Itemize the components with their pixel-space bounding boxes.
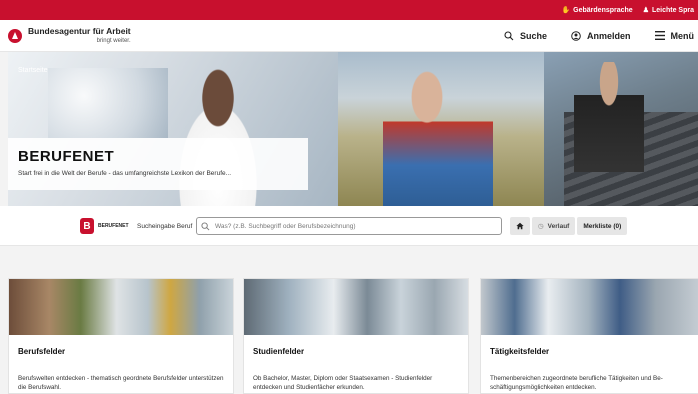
card-description: Berufswelten entdecken - thematisch geor… — [18, 375, 224, 392]
menu-button[interactable]: Menü — [654, 30, 695, 41]
easy-language-label: Leichte Spra — [651, 6, 694, 14]
card-image — [244, 279, 468, 335]
watchlist-label: Merkliste (0) — [583, 222, 622, 230]
clock-icon: ◷ — [538, 223, 544, 230]
brand-logo[interactable]: Bundesagentur für Arbeit bringt weiter. — [8, 27, 131, 44]
sign-language-label: Gebärdensprache — [573, 6, 633, 14]
history-label: Verlauf — [547, 222, 570, 230]
search-bar: B BERUFENET Sucheingabe Beruf ◷ Verlauf … — [0, 206, 698, 246]
hand-icon: ✋ — [561, 7, 571, 14]
search-icon — [504, 30, 514, 40]
user-icon — [571, 30, 581, 41]
toolbar: ◷ Verlauf Merkliste (0) — [510, 217, 628, 235]
brand-title: Bundesagentur für Arbeit — [28, 26, 131, 37]
page-subtitle: Start frei in die Welt der Berufe - das … — [18, 170, 232, 177]
card-image — [481, 279, 698, 335]
person-icon: ♟ — [642, 7, 649, 14]
site-header: Bundesagentur für Arbeit bringt weiter. … — [0, 20, 698, 52]
home-icon — [516, 222, 524, 230]
brand-tagline: bringt weiter. — [96, 37, 131, 44]
search-label: Suche — [519, 30, 547, 41]
card-title: Studienfelder — [253, 347, 305, 356]
berufenet-logo[interactable]: B BERUFENET — [80, 218, 129, 234]
card-image — [9, 279, 233, 335]
card-studienfelder[interactable]: Studienfelder Ob Bachelor, Master, Diplo… — [243, 278, 469, 394]
card-berufsfelder[interactable]: Berufsfelder Berufswelten entdecken - th… — [8, 278, 234, 394]
search-field[interactable] — [196, 217, 502, 235]
home-button[interactable] — [510, 217, 530, 235]
watchlist-button[interactable]: Merkliste (0) — [577, 217, 628, 235]
easy-language-link[interactable]: ♟ Leichte Spra — [642, 6, 694, 15]
login-button[interactable]: Anmelden — [571, 31, 631, 41]
search-icon — [201, 221, 210, 230]
search-input[interactable] — [215, 222, 495, 230]
hero-textbox: BERUFENET Start frei in die Welt der Ber… — [8, 138, 308, 190]
header-nav: Suche Anmelden Menü — [504, 31, 698, 41]
card-title: Tätigkeitsfelder — [490, 347, 550, 356]
category-cards: Berufsfelder Berufswelten entdecken - th… — [8, 278, 698, 394]
card-description: Themenbereichen zugeordnete berufliche T… — [490, 375, 663, 392]
sign-language-link[interactable]: ✋ Gebärdensprache — [561, 6, 633, 15]
hero-image-roof — [544, 52, 698, 206]
search-field-label: Sucheingabe Beruf — [137, 223, 193, 230]
top-utility-bar: ✋ Gebärdensprache ♟ Leichte Spra — [0, 0, 698, 20]
card-title: Berufsfelder — [18, 347, 66, 356]
history-button[interactable]: ◷ Verlauf — [532, 217, 576, 235]
breadcrumb[interactable]: Startseite — [18, 67, 48, 74]
menu-label: Menü — [670, 30, 695, 41]
berufenet-b-icon: B — [80, 218, 94, 234]
hero-banner: Startseite BERUFENET Start frei in die W… — [8, 52, 698, 206]
ba-logo-icon — [8, 28, 22, 43]
hamburger-icon — [654, 31, 665, 40]
card-description: Ob Bachelor, Master, Diplom oder Staatse… — [253, 375, 433, 392]
page-title: BERUFENET — [18, 148, 115, 165]
hero-image-field — [338, 52, 544, 206]
login-label: Anmelden — [586, 30, 631, 41]
card-taetigkeitsfelder[interactable]: Tätigkeitsfelder Themenbereichen zugeord… — [480, 278, 698, 394]
berufenet-logo-text: BERUFENET — [98, 223, 129, 229]
search-button[interactable]: Suche — [504, 31, 547, 41]
